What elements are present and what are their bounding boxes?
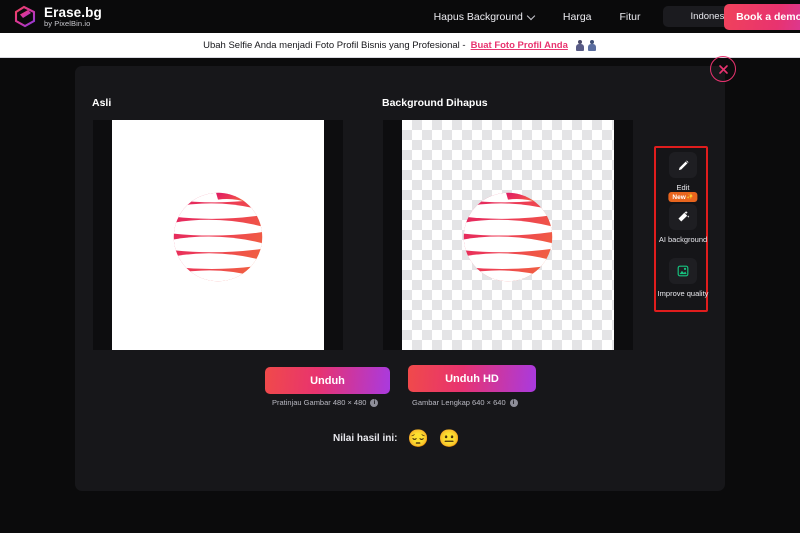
nav-item-harga[interactable]: Harga xyxy=(549,0,606,33)
original-image-frame xyxy=(93,120,343,350)
original-image-label: Asli xyxy=(92,97,112,109)
globe-logo-image xyxy=(159,176,277,294)
brand-subtitle: by PixelBin.io xyxy=(44,18,91,28)
tool-improve-quality-label: Improve quality xyxy=(657,289,709,298)
result-image-frame xyxy=(383,120,633,350)
download-hd-button[interactable]: Unduh HD xyxy=(408,365,536,392)
promo-banner-icons xyxy=(576,39,597,51)
image-enhance-icon[interactable] xyxy=(669,258,697,284)
nav-item-label: Harga xyxy=(562,10,592,23)
top-navbar: Erase.bg by PixelBin.io Hapus Background… xyxy=(0,0,800,33)
nav-item-label: Fitur xyxy=(619,10,641,23)
app-root: Erase.bg by PixelBin.io Hapus Background… xyxy=(0,0,800,533)
nav-links: Hapus Background Harga Fitur Indonesian … xyxy=(420,0,800,33)
tool-improve-quality[interactable]: Improve quality xyxy=(656,258,710,298)
person-icon-2 xyxy=(588,39,597,51)
download-preview-caption-text: Pratinjau Gambar 480 × 480 xyxy=(272,398,367,407)
promo-banner-link[interactable]: Buat Foto Profil Anda xyxy=(471,40,568,51)
rating-option-sad[interactable]: 😔 xyxy=(407,430,428,447)
rating-option-neutral[interactable]: 😐 xyxy=(439,430,460,447)
pencil-icon[interactable] xyxy=(669,152,697,178)
download-preview-caption: Pratinjau Gambar 480 × 480 i xyxy=(272,398,379,407)
book-demo-button[interactable]: Book a demo xyxy=(724,4,800,30)
tools-rail: Edit New ✨ AI background Improve quality xyxy=(654,146,708,312)
download-hd-caption-text: Gambar Lengkap 640 × 640 xyxy=(412,398,506,407)
rating-row: Nilai hasil ini: 😔 😐 xyxy=(333,430,460,447)
nav-item-label: Hapus Background xyxy=(433,10,523,23)
info-icon[interactable]: i xyxy=(370,398,379,407)
globe-logo-image-transparent xyxy=(449,176,567,294)
tool-edit[interactable]: Edit xyxy=(656,152,710,192)
person-icon-1 xyxy=(576,39,585,51)
magic-wand-icon[interactable]: New ✨ xyxy=(668,192,698,230)
close-editor-button[interactable] xyxy=(710,56,736,82)
promo-banner-text: Ubah Selfie Anda menjadi Foto Profil Bis… xyxy=(203,39,466,51)
indonesia-flag-icon xyxy=(671,12,685,22)
original-image-canvas xyxy=(112,120,324,350)
tool-ai-background-label: AI background xyxy=(658,235,708,244)
close-icon xyxy=(718,64,728,74)
info-icon[interactable]: i xyxy=(509,398,518,407)
chevron-down-icon xyxy=(528,13,535,20)
tool-ai-background[interactable]: New ✨ AI background xyxy=(656,192,710,244)
result-image-canvas xyxy=(402,120,614,350)
nav-item-fitur[interactable]: Fitur xyxy=(606,0,655,33)
new-badge-label: New xyxy=(672,193,686,201)
promo-banner: Ubah Selfie Anda menjadi Foto Profil Bis… xyxy=(0,33,800,58)
download-preview-button[interactable]: Unduh xyxy=(265,367,390,394)
brand-logo-group[interactable]: Erase.bg by PixelBin.io xyxy=(0,5,102,29)
new-badge: New ✨ xyxy=(668,192,698,202)
brand-text: Erase.bg by PixelBin.io xyxy=(44,6,102,27)
rating-label: Nilai hasil ini: xyxy=(333,433,398,444)
erasebg-logo-icon xyxy=(12,5,38,29)
download-hd-caption: Gambar Lengkap 640 × 640 i xyxy=(412,398,518,407)
brand-name: Erase.bg xyxy=(44,4,102,20)
tool-edit-label: Edit xyxy=(676,183,690,192)
sparkles-icon: ✨ xyxy=(686,194,694,200)
nav-item-hapus-background[interactable]: Hapus Background xyxy=(420,0,549,33)
result-image-label: Background Dihapus xyxy=(382,97,488,109)
cta-slot: Book a demo xyxy=(724,0,800,33)
